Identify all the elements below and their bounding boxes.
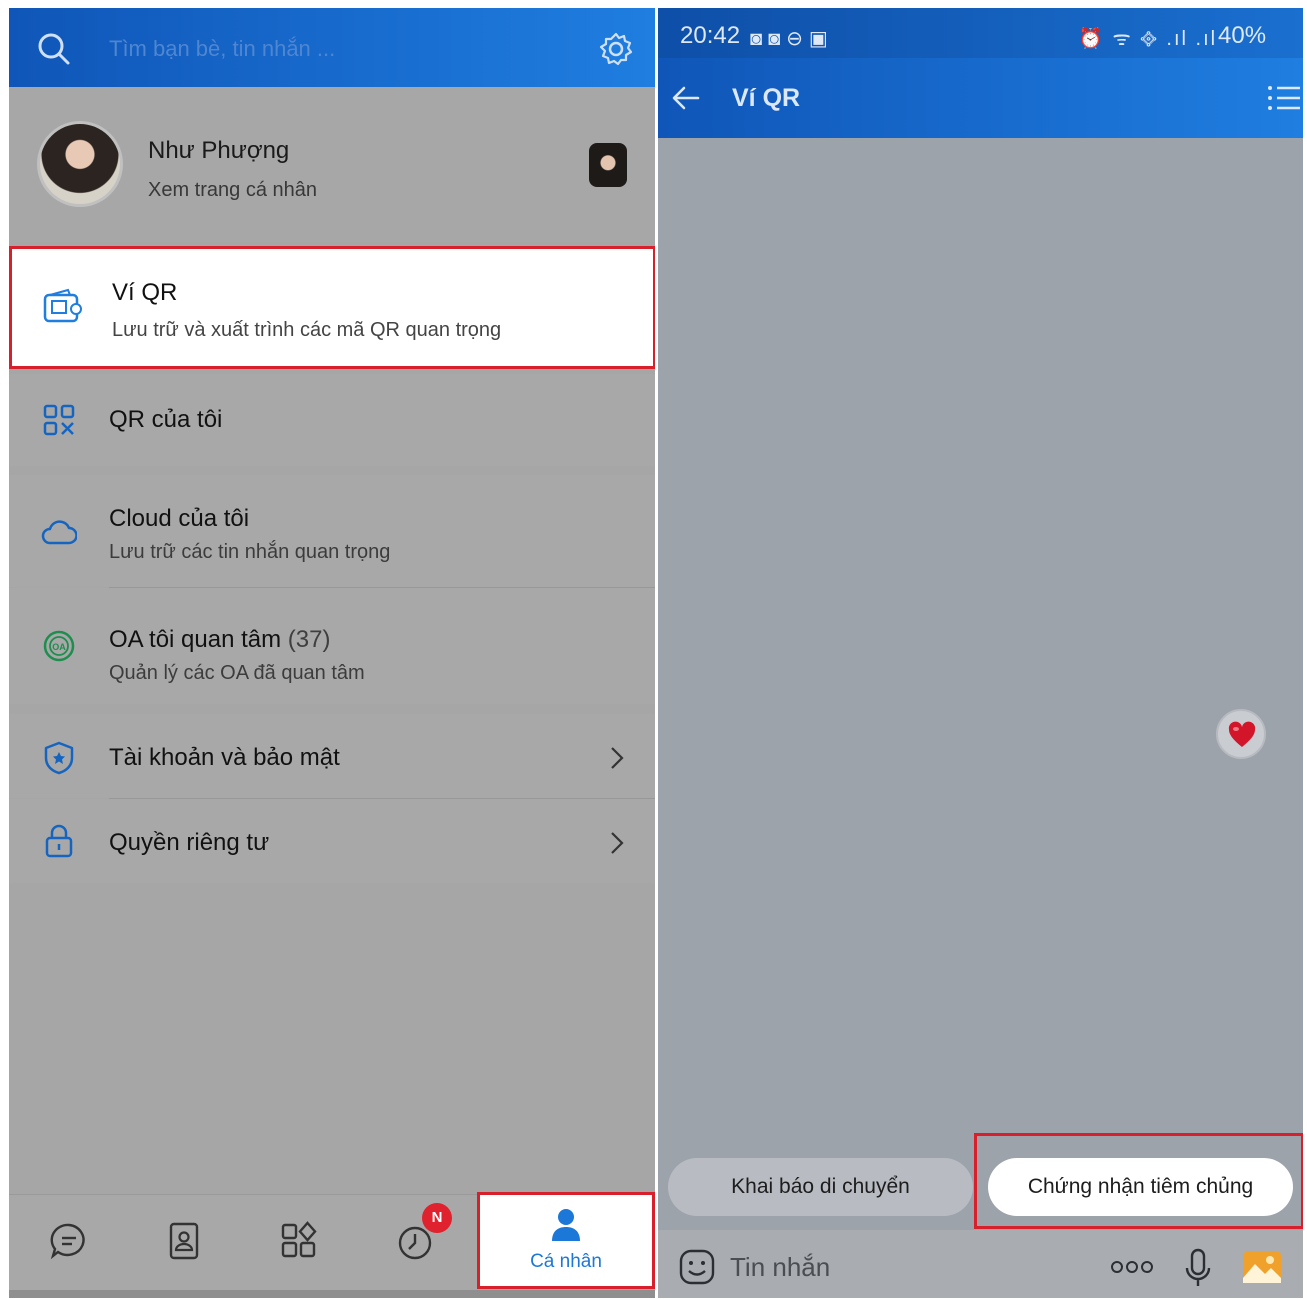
avatar[interactable]	[37, 121, 123, 207]
image-icon[interactable]	[1242, 1250, 1282, 1284]
lock-icon	[45, 824, 73, 858]
qr-code-icon	[43, 404, 75, 436]
menu-item-oa-followed[interactable]: OA OA tôi quan tâm (37) Quản lý các OA đ…	[9, 588, 655, 704]
qr-wallet-chat-screen: 20:42 ◙◙⊖▣ ⏰ ᯤ ᪣ .ıl .ıl 40% Ví QR Khai …	[658, 8, 1303, 1298]
contacts-tab-icon[interactable]	[164, 1221, 204, 1261]
chat-title: Ví QR	[732, 84, 801, 112]
shield-icon	[44, 741, 74, 775]
menu-item-title: QR của tôi	[109, 406, 223, 433]
microphone-icon[interactable]	[1184, 1248, 1212, 1288]
menu-item-title: Cloud của tôi	[109, 505, 250, 532]
menu-item-title: OA tôi quan tâm (37)	[109, 626, 330, 654]
tab-personal-label: Cá nhân	[530, 1251, 602, 1272]
discover-tab-icon[interactable]	[279, 1221, 319, 1261]
travel-declaration-button[interactable]: Khai báo di chuyển	[668, 1158, 973, 1216]
chevron-right-icon	[611, 832, 624, 854]
menu-item-subtitle: Lưu trữ các tin nhắn quan trọng	[109, 541, 391, 563]
search-icon[interactable]	[35, 30, 73, 68]
reaction-button[interactable]	[1216, 709, 1266, 759]
menu-item-account-security[interactable]: Tài khoản và bảo mật	[9, 714, 655, 798]
status-bar: 20:42 ◙◙⊖▣ ⏰ ᯤ ᪣ .ıl .ıl 40%	[658, 8, 1303, 58]
menu-item-title: Tài khoản và bảo mật	[109, 744, 340, 771]
bottom-navigation: N Cá nhân	[9, 1192, 655, 1290]
vaccination-certificate-button[interactable]: Chứng nhận tiêm chủng	[988, 1158, 1293, 1216]
profile-row[interactable]: Như Phượng Xem trang cá nhân	[9, 87, 655, 242]
back-arrow-icon[interactable]	[670, 82, 702, 114]
status-time: 20:42	[680, 22, 741, 49]
menu-item-subtitle: Lưu trữ và xuất trình các mã QR quan trọ…	[112, 319, 502, 341]
menu-item-title-text: OA tôi quan tâm	[109, 626, 282, 653]
menu-item-title: Ví QR	[112, 279, 178, 306]
qr-wallet-icon	[43, 288, 82, 323]
menu-item-subtitle: Quản lý các OA đã quan tâm	[109, 662, 365, 684]
svg-text:OA: OA	[52, 642, 66, 652]
menu-item-title: Quyền riêng tư	[109, 829, 270, 856]
profile-subtitle: Xem trang cá nhân	[148, 179, 317, 201]
top-search-bar: Tìm bạn bè, tin nhắn ...	[9, 8, 655, 87]
status-signal-icons: ⏰ ᯤ ᪣ .ıl .ıl	[1078, 28, 1218, 50]
person-icon	[552, 1209, 580, 1241]
gear-icon[interactable]	[597, 30, 635, 68]
messages-tab-icon[interactable]	[49, 1221, 89, 1261]
menu-list-icon[interactable]	[1266, 82, 1302, 114]
follow-count: (37)	[287, 626, 331, 653]
cloud-icon	[41, 520, 77, 545]
menu-item-privacy[interactable]: Quyền riêng tư	[9, 799, 655, 883]
chevron-right-icon	[611, 747, 624, 769]
menu-item-vi-qr[interactable]: Ví QR Lưu trữ và xuất trình các mã QR qu…	[9, 246, 655, 369]
search-input[interactable]: Tìm bạn bè, tin nhắn ...	[109, 36, 335, 62]
status-notification-icons: ◙◙⊖▣	[750, 28, 834, 50]
official-account-icon: OA	[43, 630, 75, 662]
menu-item-my-qr[interactable]: QR của tôi	[9, 374, 655, 466]
tab-personal[interactable]: Cá nhân	[477, 1192, 655, 1289]
system-nav-bar	[9, 1290, 655, 1298]
message-input[interactable]: Tin nhắn	[730, 1252, 830, 1283]
profile-name: Như Phượng	[148, 137, 290, 164]
switch-account-avatar[interactable]	[589, 143, 627, 187]
chat-header: Ví QR	[658, 58, 1303, 138]
personal-screen: Tìm bạn bè, tin nhắn ... Như Phượng Xem …	[9, 8, 655, 1298]
notification-badge: N	[422, 1203, 452, 1233]
sticker-icon[interactable]	[678, 1248, 716, 1286]
message-composer: Tin nhắn	[658, 1230, 1303, 1298]
battery-level: 40%	[1218, 22, 1267, 49]
heart-icon	[1228, 721, 1256, 747]
menu-item-my-cloud[interactable]: Cloud của tôi Lưu trữ các tin nhắn quan …	[9, 475, 655, 587]
more-icon[interactable]	[1110, 1260, 1154, 1274]
